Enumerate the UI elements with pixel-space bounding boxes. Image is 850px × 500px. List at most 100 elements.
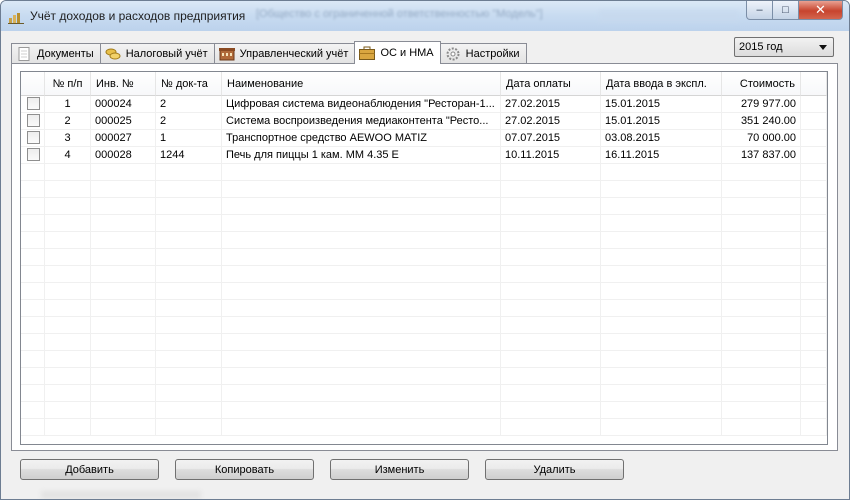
- tab-management-accounting[interactable]: Управленческий учёт: [213, 43, 356, 63]
- cell-commission-date: 16.11.2015: [601, 147, 722, 164]
- chevron-down-icon: [819, 45, 827, 50]
- empty-cell: [45, 164, 91, 181]
- empty-cell: [601, 419, 722, 436]
- empty-cell: [222, 249, 501, 266]
- empty-cell: [722, 351, 801, 368]
- empty-cell: [801, 402, 827, 419]
- empty-cell: [21, 402, 45, 419]
- empty-cell: [722, 232, 801, 249]
- row-checkbox[interactable]: [27, 148, 40, 161]
- empty-cell: [21, 317, 45, 334]
- empty-cell: [801, 215, 827, 232]
- tab-documents[interactable]: Документы: [11, 43, 101, 63]
- empty-cell: [601, 351, 722, 368]
- empty-cell: [722, 266, 801, 283]
- cell-name: Транспортное средство AEWOO MATIZ: [222, 130, 501, 147]
- cell-inventory: 000024: [91, 96, 156, 113]
- cell-inventory: 000028: [91, 147, 156, 164]
- empty-cell: [501, 181, 601, 198]
- table-row[interactable]: 3 000027 1 Транспортное средство AEWOO M…: [21, 130, 827, 147]
- empty-cell: [156, 368, 222, 385]
- empty-cell: [91, 368, 156, 385]
- empty-cell: [222, 351, 501, 368]
- empty-cell: [91, 351, 156, 368]
- empty-cell: [222, 164, 501, 181]
- empty-cell: [156, 198, 222, 215]
- empty-cell: [222, 334, 501, 351]
- row-checkbox[interactable]: [27, 114, 40, 127]
- empty-cell: [156, 419, 222, 436]
- empty-row: [21, 232, 827, 249]
- empty-cell: [156, 164, 222, 181]
- empty-cell: [45, 317, 91, 334]
- empty-cell: [156, 402, 222, 419]
- column-header-doc-number[interactable]: № док-та: [156, 72, 222, 96]
- window-title-company: [Общество с ограниченной ответственность…: [256, 8, 543, 20]
- empty-cell: [801, 419, 827, 436]
- column-header-inventory[interactable]: Инв. №: [91, 72, 156, 96]
- title-bar[interactable]: Учёт доходов и расходов предприятия [Общ…: [1, 1, 849, 31]
- tab-label: Налоговый учёт: [125, 47, 208, 60]
- empty-row: [21, 266, 827, 283]
- empty-cell: [91, 317, 156, 334]
- tab-strip: Документы Налоговый учёт Управленческий …: [11, 41, 527, 64]
- cell-payment-date: 27.02.2015: [501, 96, 601, 113]
- column-header-select[interactable]: [21, 72, 45, 96]
- table-row[interactable]: 1 000024 2 Цифровая система видеонаблюде…: [21, 96, 827, 113]
- empty-cell: [501, 334, 601, 351]
- column-header-commission-date[interactable]: Дата ввода в экспл.: [601, 72, 722, 96]
- cell-number: 3: [45, 130, 91, 147]
- column-header-number[interactable]: № п/п: [45, 72, 91, 96]
- row-checkbox[interactable]: [27, 97, 40, 110]
- column-header-cost[interactable]: Стоимость: [722, 72, 801, 96]
- empty-row: [21, 198, 827, 215]
- empty-cell: [91, 181, 156, 198]
- table-row[interactable]: 4 000028 1244 Печь для пиццы 1 кам. ММ 4…: [21, 147, 827, 164]
- column-header-payment-date[interactable]: Дата оплаты: [501, 72, 601, 96]
- empty-cell: [45, 215, 91, 232]
- maximize-button[interactable]: □: [773, 1, 799, 20]
- tab-settings[interactable]: Настройки: [439, 43, 527, 63]
- row-checkbox[interactable]: [27, 131, 40, 144]
- empty-cell: [91, 232, 156, 249]
- briefcase-icon: [359, 46, 376, 60]
- tab-label: Управленческий учёт: [239, 47, 349, 60]
- empty-cell: [21, 266, 45, 283]
- cell-commission-date: 03.08.2015: [601, 130, 722, 147]
- assets-table[interactable]: № п/п Инв. № № док-та Наименование Дата …: [20, 71, 828, 445]
- empty-row: [21, 215, 827, 232]
- column-header-filler: [801, 72, 827, 96]
- cell-payment-date: 07.07.2015: [501, 130, 601, 147]
- minimize-button[interactable]: –: [746, 1, 773, 20]
- tab-fixed-assets[interactable]: ОС и НМА: [354, 41, 441, 64]
- tab-tax-accounting[interactable]: Налоговый учёт: [99, 43, 215, 63]
- tab-panel-fixed-assets: № п/п Инв. № № док-та Наименование Дата …: [11, 63, 838, 451]
- empty-cell: [501, 368, 601, 385]
- add-button[interactable]: Добавить: [20, 459, 159, 480]
- empty-cell: [21, 334, 45, 351]
- cell-cost: 137 837.00: [722, 147, 801, 164]
- empty-cell: [45, 402, 91, 419]
- empty-cell: [91, 164, 156, 181]
- cell-inventory: 000027: [91, 130, 156, 147]
- year-dropdown[interactable]: 2015 год: [734, 37, 834, 57]
- empty-cell: [21, 181, 45, 198]
- column-header-name[interactable]: Наименование: [222, 72, 501, 96]
- table-row[interactable]: 2 000025 2 Система воспроизведения медиа…: [21, 113, 827, 130]
- edit-button[interactable]: Изменить: [330, 459, 469, 480]
- title-blur-area: [599, 10, 739, 22]
- empty-cell: [601, 317, 722, 334]
- document-icon: [18, 46, 30, 61]
- window-controls: – □ ✕: [746, 1, 843, 21]
- close-button[interactable]: ✕: [799, 1, 843, 20]
- tab-label: Документы: [37, 47, 94, 60]
- empty-cell: [222, 419, 501, 436]
- empty-cell: [222, 215, 501, 232]
- cell-payment-date: 10.11.2015: [501, 147, 601, 164]
- copy-button[interactable]: Копировать: [175, 459, 314, 480]
- statusbar-remnant: [41, 491, 201, 499]
- empty-row: [21, 283, 827, 300]
- empty-cell: [156, 215, 222, 232]
- delete-button[interactable]: Удалить: [485, 459, 624, 480]
- empty-row: [21, 181, 827, 198]
